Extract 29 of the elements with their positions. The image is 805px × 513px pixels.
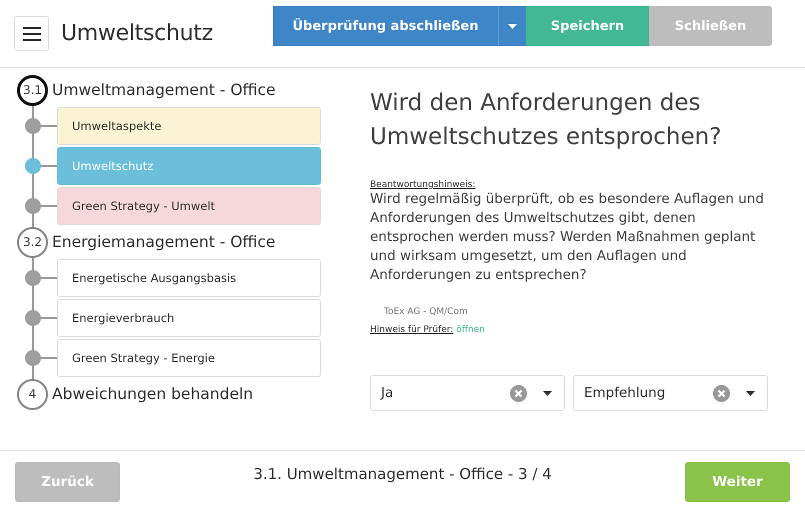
question-item[interactable]: Green Strategy - Energie bbox=[57, 339, 321, 377]
menu-button[interactable] bbox=[14, 16, 49, 51]
menu-icon bbox=[22, 26, 40, 40]
progress-text: 3.1. Umweltmanagement - Office - 3 / 4 bbox=[253, 465, 552, 483]
step-dot bbox=[25, 158, 41, 174]
question-item[interactable]: Green Strategy - Umwelt bbox=[57, 187, 321, 225]
question-item[interactable]: Energetische Ausgangsbasis bbox=[57, 259, 321, 297]
caret-icon[interactable] bbox=[746, 390, 755, 396]
reviewer-hint-label: Hinweis für Prüfer: bbox=[370, 325, 454, 335]
step-number: 4 bbox=[17, 378, 48, 410]
hint-text: Wird regelmäßig überprüft, ob es besondere Auflagen und Anforderungen des Umweltschutzes gibt, denen entsprochen werden muss? Werden Maßnahmen geplant und wirksam umgesetzt, um den Auflagen und Anforderungen zu entsprechen? bbox=[370, 190, 765, 285]
select-field[interactable]: Empfehlung bbox=[573, 375, 768, 411]
source-text: ToEx AG - QM/Com bbox=[384, 307, 469, 317]
select-field[interactable]: Ja bbox=[370, 375, 565, 411]
question-item[interactable]: Umweltaspekte bbox=[57, 107, 321, 145]
section-title[interactable]: Energiemanagement - Office bbox=[52, 233, 276, 251]
clear-icon[interactable] bbox=[713, 384, 730, 402]
finish-review-button[interactable]: Überprüfung abschließen bbox=[273, 6, 498, 46]
section-title[interactable]: Abweichungen behandeln bbox=[52, 385, 254, 403]
caret-icon[interactable] bbox=[543, 390, 552, 396]
caret-icon bbox=[508, 24, 517, 28]
hint-label: Beantwortungshinweis: bbox=[370, 180, 476, 190]
page-title: Umweltschutz bbox=[61, 21, 214, 46]
question-item[interactable]: Energieverbrauch bbox=[57, 299, 321, 337]
step-number: 3.1 bbox=[17, 74, 48, 106]
section-title[interactable]: Umweltmanagement - Office bbox=[52, 81, 276, 99]
question-title: Wird den Anforderungen des Umweltschutzes entsprochen? bbox=[370, 89, 722, 152]
step-number: 3.2 bbox=[17, 226, 48, 258]
clear-icon[interactable] bbox=[510, 384, 527, 402]
